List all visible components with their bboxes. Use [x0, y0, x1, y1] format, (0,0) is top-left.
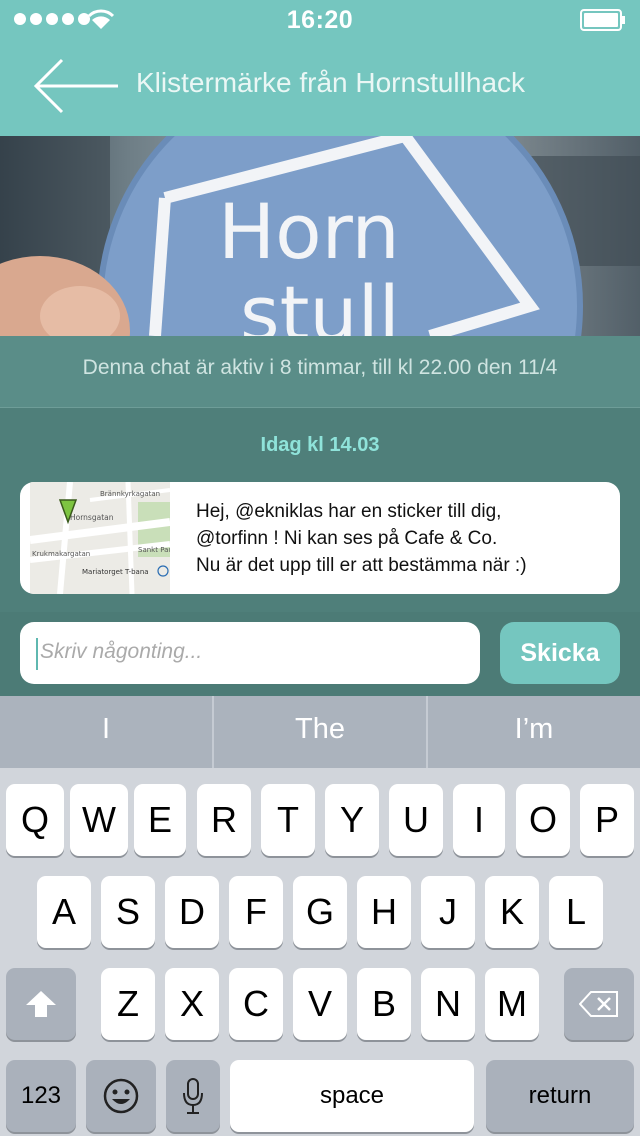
- key[interactable]: G: [293, 876, 347, 948]
- key[interactable]: V: [293, 968, 347, 1040]
- shift-arrow-icon: [26, 991, 56, 1017]
- key[interactable]: L: [549, 876, 603, 948]
- key[interactable]: Z: [101, 968, 155, 1040]
- key[interactable]: W: [70, 784, 128, 856]
- key[interactable]: E: [134, 784, 186, 856]
- emoji-key[interactable]: [86, 1060, 156, 1132]
- status-bar: 16:20: [0, 0, 640, 40]
- map-street-label: Sankt Pau: [138, 546, 170, 554]
- key[interactable]: I: [453, 784, 505, 856]
- suggestion-item[interactable]: I: [0, 696, 214, 768]
- key[interactable]: B: [357, 968, 411, 1040]
- message-timestamp: Idag kl 14.03: [260, 434, 380, 456]
- key[interactable]: K: [485, 876, 539, 948]
- key[interactable]: D: [165, 876, 219, 948]
- map-street-label: Hornsgatan: [70, 513, 114, 522]
- key[interactable]: O: [516, 784, 570, 856]
- key[interactable]: M: [485, 968, 539, 1040]
- dictation-key[interactable]: [166, 1060, 220, 1132]
- key[interactable]: T: [261, 784, 315, 856]
- status-time: 16:20: [286, 6, 354, 34]
- key[interactable]: F: [229, 876, 283, 948]
- key[interactable]: Y: [325, 784, 379, 856]
- suggestion-bar: I The I’m: [0, 696, 640, 768]
- map-street-label: Brännkyrkagatan: [100, 490, 160, 498]
- key[interactable]: U: [389, 784, 443, 856]
- top-bar: 16:20 Klistermärke från Hornstullhack: [0, 0, 640, 136]
- chat-active-banner: Denna chat är aktiv i 8 timmar, till kl …: [0, 336, 640, 408]
- numbers-key[interactable]: 123: [6, 1060, 76, 1132]
- sticker-text-line1: Horn: [218, 187, 400, 276]
- key[interactable]: S: [101, 876, 155, 948]
- send-button[interactable]: Skicka: [500, 622, 620, 684]
- compose-bar: Skriv någonting... Skicka: [0, 612, 640, 696]
- key[interactable]: P: [580, 784, 634, 856]
- space-key[interactable]: space: [230, 1060, 474, 1132]
- key[interactable]: J: [421, 876, 475, 948]
- sticker-photo: Horn stull: [0, 136, 640, 336]
- microphone-icon: [183, 1078, 203, 1114]
- key[interactable]: X: [165, 968, 219, 1040]
- key[interactable]: Q: [6, 784, 64, 856]
- return-key[interactable]: return: [486, 1060, 634, 1132]
- shift-key[interactable]: [6, 968, 76, 1040]
- message-input-placeholder: Skriv någonting...: [40, 640, 203, 663]
- chat-area: Idag kl 14.03 Brännkyrkagatan Hornsgatan…: [0, 408, 640, 612]
- key[interactable]: C: [229, 968, 283, 1040]
- navigation-bar: Klistermärke från Hornstullhack: [0, 40, 640, 136]
- message-input[interactable]: Skriv någonting...: [20, 622, 480, 684]
- map-station-label: Mariatorget T-bana: [82, 568, 149, 576]
- suggestion-item[interactable]: The: [214, 696, 428, 768]
- map-street-label: Krukmakargatan: [32, 550, 90, 558]
- backspace-key[interactable]: [564, 968, 634, 1040]
- battery-icon: [580, 9, 625, 31]
- message-bubble[interactable]: Brännkyrkagatan Hornsgatan Krukmakargata…: [20, 482, 620, 594]
- text-cursor: [36, 638, 38, 670]
- keyboard: I The I’m Q W E R T Y U I O P A S D F G …: [0, 696, 640, 1136]
- page-title: Klistermärke från Hornstullhack: [136, 67, 526, 98]
- key[interactable]: A: [37, 876, 91, 948]
- message-line: @torfinn ! Ni kan ses på Cafe & Co.: [196, 528, 498, 549]
- key[interactable]: R: [197, 784, 251, 856]
- key[interactable]: N: [421, 968, 475, 1040]
- message-line: Nu är det upp till er att bestämma när :…: [196, 555, 527, 576]
- message-line: Hej, @ekniklas har en sticker till dig,: [196, 501, 502, 522]
- backspace-icon: [578, 991, 618, 1017]
- emoji-icon: [103, 1078, 139, 1114]
- key[interactable]: H: [357, 876, 411, 948]
- location-map[interactable]: Brännkyrkagatan Hornsgatan Krukmakargata…: [30, 482, 170, 594]
- sticker-text-line2: stull: [240, 269, 400, 336]
- suggestion-item[interactable]: I’m: [428, 696, 640, 768]
- back-arrow-icon[interactable]: [30, 56, 120, 116]
- message-text: Hej, @ekniklas har en sticker till dig, …: [196, 498, 606, 579]
